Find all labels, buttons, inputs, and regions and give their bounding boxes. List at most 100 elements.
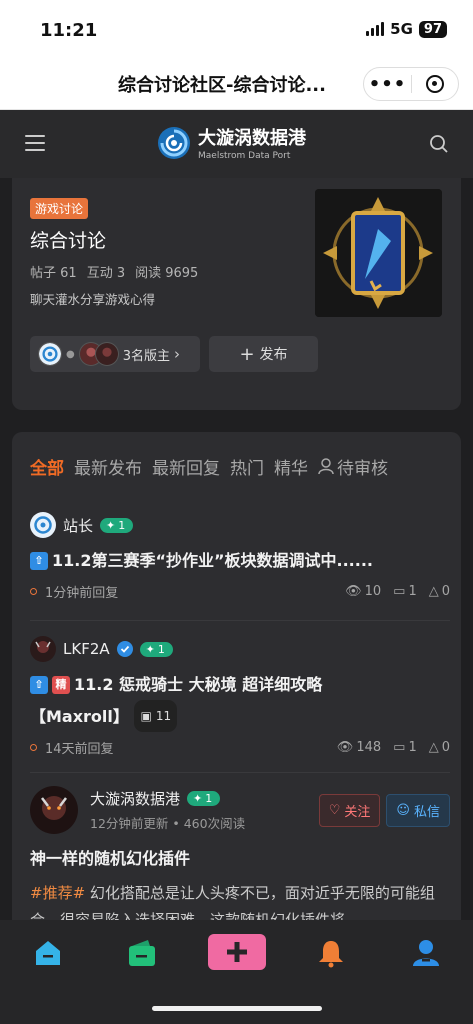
chat-icon: ☺ <box>396 802 410 818</box>
post-item[interactable]: 大漩涡数据港 ✦ 1 12分钟前更新 • 460次阅读 ♡ 关注 ☺ 私信 神一样的随… <box>30 786 450 932</box>
author-name[interactable]: 大漩涡数据港 <box>90 788 180 809</box>
maelstrom-logo-icon <box>158 126 190 159</box>
author-name[interactable]: LKF2A <box>63 640 110 658</box>
logo-title: 大漩涡数据港 <box>198 128 306 149</box>
reply-time: 1分钟前回复 <box>30 582 118 601</box>
network-label: 5G <box>390 20 413 38</box>
image-icon: ▣ <box>140 709 152 723</box>
author-name[interactable]: 站长 <box>63 515 93 536</box>
eye-icon: 👁︎ <box>336 740 354 755</box>
likes-value: 0 <box>441 584 450 599</box>
home-icon[interactable] <box>33 938 63 968</box>
views-value: 10 <box>364 584 382 599</box>
more-button[interactable]: ••• <box>364 74 411 95</box>
tab-latest-posts[interactable]: 最新发布 <box>74 454 142 479</box>
profile-icon[interactable] <box>411 938 441 968</box>
post-counters: 👁︎ 10 ▭ 1 △ 0 <box>345 584 450 599</box>
update-info: 12分钟前更新 • 460次阅读 <box>90 816 246 831</box>
post-title-text: 11.2第三赛季“抄作业”板块数据调试中...... <box>52 551 373 570</box>
moderators-button[interactable]: ● 3名版主 › <box>30 336 200 372</box>
likes-counter: △ 0 <box>429 740 450 755</box>
interaction-count: 互动 3 <box>86 266 126 281</box>
level-badge: ✦ 1 <box>100 517 134 533</box>
reply-time: 14天前回复 <box>30 738 114 757</box>
level-value: 1 <box>205 792 213 805</box>
message-label: 私信 <box>413 804 440 820</box>
page-title: 综合讨论社区-综合讨论... <box>118 75 326 96</box>
tab-featured[interactable]: 精华 <box>274 454 308 479</box>
site-logo[interactable]: 大漩涡数据港 Maelstrom Data Port <box>156 124 306 161</box>
tab-all[interactable]: 全部 <box>30 454 64 479</box>
moderator-avatar <box>94 342 119 366</box>
views-counter: 👁︎ 148 <box>337 740 381 755</box>
publish-button[interactable]: + 发布 <box>209 336 318 372</box>
user-icon <box>318 458 334 475</box>
tab-pending-label: 待审核 <box>337 459 388 479</box>
tab-hot[interactable]: 热门 <box>230 454 264 479</box>
close-button[interactable] <box>412 75 458 93</box>
avatar[interactable] <box>30 636 56 662</box>
level-badge: ✦ 1 <box>139 641 173 657</box>
home-indicator[interactable] <box>152 1006 322 1011</box>
likes-counter: △ 0 <box>429 584 450 599</box>
board-cover-image <box>315 189 442 317</box>
divider <box>30 772 450 773</box>
publish-label: 发布 <box>259 347 288 363</box>
read-count: 阅读 9695 <box>135 266 199 281</box>
divider <box>30 620 450 621</box>
comment-icon: ▭ <box>393 584 406 599</box>
featured-icon: 精 <box>52 676 70 694</box>
level-value: 1 <box>157 642 165 656</box>
bottom-nav <box>0 920 473 1024</box>
comments-value: 1 <box>408 584 417 599</box>
avatar[interactable] <box>30 786 78 834</box>
board-name: 综合讨论 <box>30 230 107 252</box>
post-author: 大漩涡数据港 ✦ 1 12分钟前更新 • 460次阅读 ♡ 关注 ☺ 私信 <box>30 786 450 834</box>
diamond-icon: ✦ <box>106 518 116 532</box>
board-info-card: 游戏讨论 综合讨论 帖子 61 互动 3 阅读 9695 聊天灌水分享游戏心得 … <box>12 178 461 410</box>
status-bar: 11:21 5G 97 <box>0 0 473 58</box>
create-post-icon[interactable] <box>208 934 266 970</box>
post-item[interactable]: LKF2A ✦ 1 ⇧ 精 11.2 惩戒骑士 大秘境 超详细攻略 【Maxroll】… <box>30 636 450 757</box>
views-counter: 👁︎ 10 <box>345 584 381 599</box>
signal-icon <box>366 22 385 36</box>
image-count-badge: ▣ 11 <box>134 700 178 732</box>
menu-icon[interactable] <box>25 135 45 156</box>
post-feed: 全部 最新发布 最新回复 热门 精华 待审核 站长 ✦ 1 ⇧ 11.2第三赛季“抄… <box>12 432 461 932</box>
author-row: 大漩涡数据港 ✦ 1 <box>90 788 319 809</box>
moderator-avatar <box>38 342 62 366</box>
author-info: 大漩涡数据港 ✦ 1 12分钟前更新 • 460次阅读 <box>90 788 319 832</box>
post-title[interactable]: ⇧ 精 11.2 惩戒骑士 大秘境 超详细攻略 【Maxroll】 ▣ 11 <box>30 670 450 732</box>
post-title-line2: 【Maxroll】 <box>30 707 129 726</box>
post-item[interactable]: 站长 ✦ 1 ⇧ 11.2第三赛季“抄作业”板块数据调试中...... 1分钟前回复… <box>30 512 450 601</box>
message-button[interactable]: ☺ 私信 <box>386 793 450 827</box>
app-header: 大漩涡数据港 Maelstrom Data Port <box>0 110 473 178</box>
diamond-icon: ✦ <box>193 792 203 805</box>
post-title[interactable]: 神一样的随机幻化插件 <box>30 844 450 874</box>
card-emblem-icon <box>315 189 442 317</box>
wallet-icon[interactable] <box>126 938 158 968</box>
post-author: LKF2A ✦ 1 <box>30 636 450 662</box>
category-tag[interactable]: 游戏讨论 <box>30 198 89 219</box>
follow-label: 关注 <box>344 804 371 820</box>
plus-icon: + <box>239 343 255 365</box>
tab-latest-replies[interactable]: 最新回复 <box>152 454 220 479</box>
level-badge: ✦ 1 <box>187 791 221 806</box>
heart-icon: ♡ <box>328 802 341 818</box>
bell-icon[interactable] <box>316 938 346 968</box>
recommend-tag: #推荐# <box>30 884 86 902</box>
feed-tabs: 全部 最新发布 最新回复 热门 精华 待审核 <box>30 454 388 479</box>
post-title[interactable]: ⇧ 11.2第三赛季“抄作业”板块数据调试中...... <box>30 546 450 576</box>
pinned-icon: ⇧ <box>30 552 48 570</box>
search-icon[interactable] <box>429 134 449 154</box>
avatar[interactable] <box>30 512 56 538</box>
tab-pending[interactable]: 待审核 <box>318 454 388 479</box>
verified-icon <box>116 641 133 657</box>
triangle-icon: △ <box>428 740 439 755</box>
board-stats: 帖子 61 互动 3 阅读 9695 <box>30 262 198 281</box>
comments-value: 1 <box>408 740 417 755</box>
post-author: 站长 ✦ 1 <box>30 512 450 538</box>
moderator-avatars <box>78 342 119 366</box>
follow-button[interactable]: ♡ 关注 <box>318 793 381 827</box>
target-icon <box>425 75 444 93</box>
